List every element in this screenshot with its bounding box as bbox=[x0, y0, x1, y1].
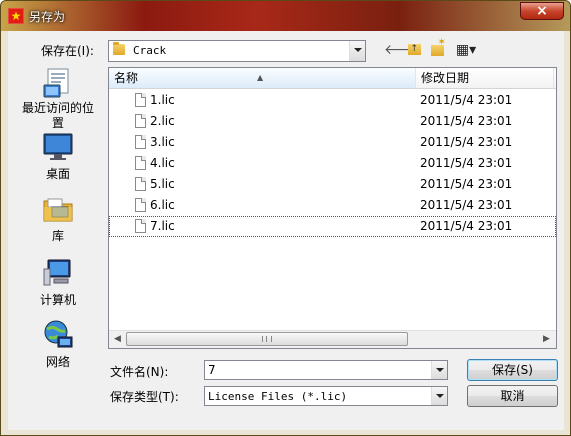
column-header-modified[interactable]: 修改日期 bbox=[416, 68, 554, 89]
libraries-icon bbox=[42, 193, 74, 225]
title-bar[interactable]: ★ 另存为 × bbox=[1, 1, 570, 31]
file-type: L bbox=[555, 156, 556, 170]
scroll-left-icon[interactable]: ◀ bbox=[110, 334, 125, 344]
file-type: L bbox=[555, 198, 556, 212]
scrollbar-thumb[interactable] bbox=[126, 332, 408, 346]
view-icon: ▦▾ bbox=[455, 42, 477, 58]
up-folder-button[interactable]: ↑ bbox=[406, 41, 422, 59]
place-libraries[interactable]: 库 bbox=[18, 193, 98, 244]
view-menu-button[interactable]: ▦▾ bbox=[451, 41, 481, 59]
file-modified: 2011/5/4 23:01 bbox=[420, 219, 513, 233]
save-in-value: Crack bbox=[133, 44, 167, 57]
place-computer[interactable]: 计算机 bbox=[18, 257, 98, 308]
file-icon bbox=[135, 219, 146, 233]
horizontal-scrollbar[interactable]: ◀ ▶ bbox=[109, 330, 556, 348]
file-modified: 2011/5/4 23:01 bbox=[420, 114, 513, 128]
filename-input[interactable]: 7 bbox=[204, 360, 448, 380]
place-recent[interactable]: 最近访问的位置 bbox=[18, 67, 98, 131]
column-header-name[interactable]: 名称 ▲ bbox=[109, 68, 416, 89]
table-row[interactable]: 3.lic 2011/5/4 23:01 L bbox=[109, 132, 556, 153]
table-row[interactable]: 4.lic 2011/5/4 23:01 L bbox=[109, 153, 556, 174]
window-title: 另存为 bbox=[29, 10, 66, 24]
folder-icon bbox=[113, 42, 125, 55]
file-modified: 2011/5/4 23:01 bbox=[420, 93, 513, 107]
file-list[interactable]: 名称 ▲ 修改日期 类 1.lic 2011/5/4 23:01 L 2.lic 201… bbox=[108, 67, 557, 349]
file-type: L bbox=[555, 93, 556, 107]
table-row[interactable]: 7.lic 2011/5/4 23:01 L bbox=[109, 216, 556, 237]
file-icon bbox=[135, 156, 146, 170]
chevron-down-icon[interactable] bbox=[349, 41, 365, 61]
chevron-down-icon[interactable] bbox=[431, 361, 447, 379]
file-icon bbox=[135, 135, 146, 149]
desktop-icon bbox=[42, 131, 74, 163]
filetype-select[interactable]: License Files (*.lic) bbox=[204, 386, 448, 406]
sort-ascending-icon: ▲ bbox=[257, 73, 264, 82]
file-modified: 2011/5/4 23:01 bbox=[420, 177, 513, 191]
file-type: L bbox=[555, 114, 556, 128]
place-desktop[interactable]: 桌面 bbox=[18, 131, 98, 182]
cancel-button[interactable]: 取消 bbox=[467, 385, 558, 407]
filetype-label: 保存类型(T): bbox=[110, 390, 179, 404]
filename-value: 7 bbox=[208, 363, 216, 377]
save-button[interactable]: 保存(S) bbox=[467, 359, 558, 381]
close-button[interactable]: × bbox=[520, 2, 564, 20]
column-header-type[interactable]: 类 bbox=[554, 68, 556, 89]
network-icon bbox=[42, 319, 74, 351]
file-modified: 2011/5/4 23:01 bbox=[420, 198, 513, 212]
up-folder-icon: ↑ bbox=[407, 44, 421, 55]
file-type: L bbox=[555, 135, 556, 149]
back-button[interactable]: 🡐 bbox=[384, 41, 422, 59]
scroll-right-icon[interactable]: ▶ bbox=[539, 334, 554, 344]
file-icon bbox=[135, 93, 146, 107]
table-row[interactable]: 6.lic 2011/5/4 23:01 L bbox=[109, 195, 556, 216]
file-name: 2.lic bbox=[150, 114, 175, 128]
file-modified: 2011/5/4 23:01 bbox=[420, 135, 513, 149]
save-as-dialog: ★ 另存为 × 保存在(I): Crack 🡐 ↑ ✶ ▦▾ 最近访问的位置 桌… bbox=[0, 0, 571, 436]
file-name: 1.lic bbox=[150, 93, 175, 107]
places-bar: 最近访问的位置 桌面 库 计算机 网络 bbox=[18, 67, 98, 370]
recent-places-icon bbox=[42, 67, 74, 99]
filename-label: 文件名(N): bbox=[110, 365, 169, 379]
file-icon bbox=[135, 177, 146, 191]
table-row[interactable]: 5.lic 2011/5/4 23:01 L bbox=[109, 174, 556, 195]
app-icon: ★ bbox=[8, 8, 24, 24]
save-in-combo[interactable]: Crack bbox=[108, 40, 366, 62]
place-network-label: 网络 bbox=[45, 355, 70, 369]
table-row[interactable]: 1.lic 2011/5/4 23:01 L bbox=[109, 90, 556, 111]
table-row[interactable]: 2.lic 2011/5/4 23:01 L bbox=[109, 111, 556, 132]
place-desktop-label: 桌面 bbox=[45, 167, 70, 181]
file-name: 7.lic bbox=[150, 219, 175, 233]
new-folder-button[interactable]: ✶ bbox=[428, 38, 446, 59]
file-icon bbox=[135, 114, 146, 128]
save-in-label: 保存在(I): bbox=[41, 44, 94, 58]
file-name: 6.lic bbox=[150, 198, 175, 212]
place-libraries-label: 库 bbox=[51, 229, 64, 243]
file-name: 3.lic bbox=[150, 135, 175, 149]
grip-icon bbox=[262, 336, 272, 342]
file-type: L bbox=[555, 219, 556, 233]
place-network[interactable]: 网络 bbox=[18, 319, 98, 370]
new-folder-icon: ✶ bbox=[430, 38, 446, 56]
file-type: L bbox=[555, 177, 556, 191]
chevron-down-icon[interactable] bbox=[431, 387, 447, 405]
place-computer-label: 计算机 bbox=[39, 293, 76, 307]
dialog-body: 保存在(I): Crack 🡐 ↑ ✶ ▦▾ 最近访问的位置 桌面 库 计算机 … bbox=[8, 31, 564, 430]
filetype-value: License Files (*.lic) bbox=[208, 390, 348, 403]
file-icon bbox=[135, 198, 146, 212]
file-name: 4.lic bbox=[150, 156, 175, 170]
file-name: 5.lic bbox=[150, 177, 175, 191]
file-modified: 2011/5/4 23:01 bbox=[420, 156, 513, 170]
place-recent-label: 最近访问的位置 bbox=[21, 101, 94, 130]
computer-icon bbox=[42, 257, 74, 289]
